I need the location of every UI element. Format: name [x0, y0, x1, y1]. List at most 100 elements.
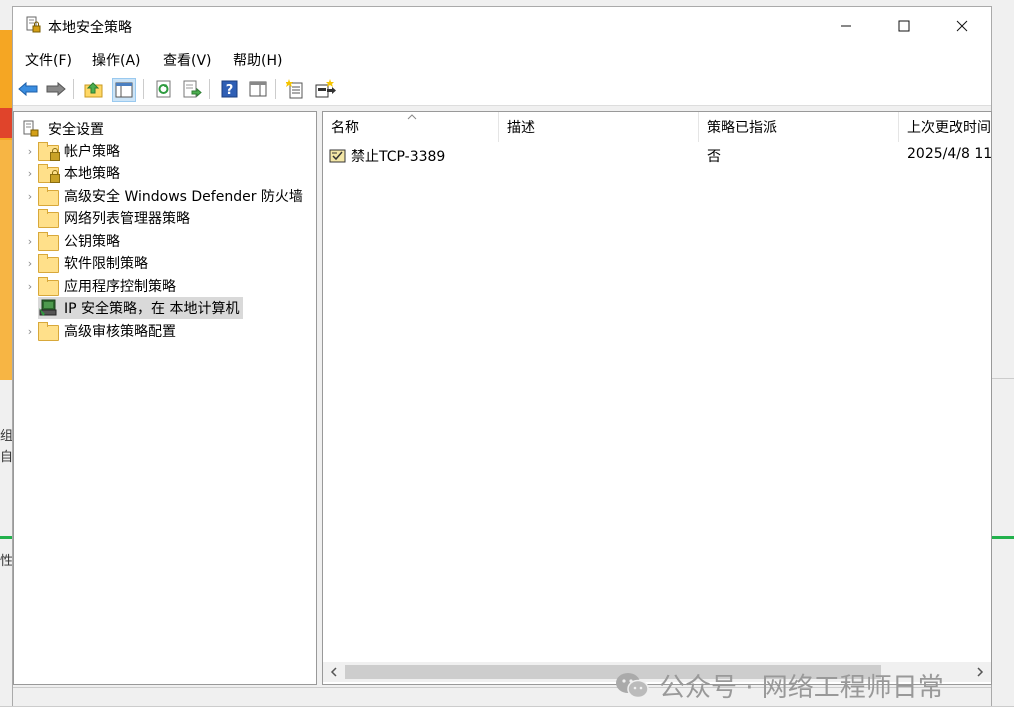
- background-line: [992, 378, 1014, 379]
- menu-help[interactable]: 帮助(H): [233, 50, 282, 70]
- console-tree-pane: 安全设置 › 帐户策略 › 本地策略 › 高级安全 Windows Defend…: [13, 111, 317, 685]
- watermark: 公众号 · 网络工程师日常: [615, 667, 944, 704]
- menu-bar: 文件(F) 操作(A) 查看(V) 帮助(H): [13, 45, 991, 73]
- minimize-button[interactable]: [817, 7, 875, 45]
- new-policy-icon: [286, 79, 303, 99]
- manage-filter-lists-button[interactable]: [315, 78, 337, 100]
- column-header-name[interactable]: 名称: [323, 112, 499, 142]
- ip-security-icon: [38, 299, 58, 317]
- toolbar-separator: [209, 79, 210, 99]
- chevron-right-icon[interactable]: ›: [22, 190, 38, 203]
- ip-policy-icon: [329, 149, 346, 163]
- scroll-right-icon[interactable]: [975, 667, 985, 677]
- tree-item-label: 网络列表管理器策略: [64, 211, 190, 227]
- svg-text:?: ?: [226, 83, 234, 98]
- menu-action[interactable]: 操作(A): [92, 50, 141, 70]
- export-list-button[interactable]: [181, 78, 203, 100]
- folder-lock-icon: [38, 142, 60, 161]
- export-icon: [183, 80, 202, 98]
- chevron-right-icon[interactable]: ›: [22, 257, 38, 270]
- tree-item-software-restriction[interactable]: › 软件限制策略: [22, 252, 148, 274]
- folder-icon: [38, 322, 59, 341]
- cell-assigned: 否: [707, 149, 721, 165]
- watermark-text: 公众号 · 网络工程师日常: [659, 673, 944, 703]
- title-bar[interactable]: 本地安全策略: [13, 7, 991, 45]
- column-header-last-modified[interactable]: 上次更改时间: [899, 112, 991, 142]
- background-line: [992, 536, 1014, 539]
- help-icon: ?: [221, 80, 238, 98]
- maximize-button[interactable]: [875, 7, 933, 45]
- column-label: 上次更改时间: [907, 120, 991, 136]
- refresh-icon: [156, 80, 171, 98]
- up-level-button[interactable]: [83, 78, 105, 100]
- toolbar-separator: [143, 79, 144, 99]
- tree-item-label: 公钥策略: [64, 234, 120, 250]
- tree-item-advanced-audit[interactable]: › 高级审核策略配置: [22, 320, 176, 342]
- help-button[interactable]: ?: [219, 78, 241, 100]
- create-ip-policy-button[interactable]: [285, 78, 307, 100]
- folder-icon: [38, 187, 59, 206]
- folder-icon: [38, 254, 59, 273]
- tree-item-label: 安全设置: [48, 122, 104, 138]
- tree-item-selected[interactable]: IP 安全策略，在 本地计算机: [38, 297, 244, 319]
- close-button[interactable]: [933, 7, 991, 45]
- column-header-assigned[interactable]: 策略已指派: [699, 112, 899, 142]
- security-policy-icon: [26, 16, 41, 33]
- close-icon: [956, 20, 968, 32]
- chevron-right-icon[interactable]: ›: [22, 235, 38, 248]
- tree-item-defender-firewall[interactable]: › 高级安全 Windows Defender 防火墙: [22, 185, 303, 207]
- back-button[interactable]: [17, 78, 39, 100]
- filter-actions-icon: [315, 79, 336, 98]
- toolbar: ?: [13, 73, 991, 106]
- chevron-right-icon[interactable]: ›: [22, 325, 38, 338]
- tree-item-ip-security-policies[interactable]: IP 安全策略，在 本地计算机: [22, 297, 244, 319]
- chevron-right-icon[interactable]: ›: [22, 280, 38, 293]
- folder-icon: [38, 277, 59, 296]
- show-action-pane-button[interactable]: [247, 78, 269, 100]
- cell-name: 禁止TCP-3389: [329, 146, 445, 166]
- folder-icon: [38, 232, 59, 251]
- maximize-icon: [898, 20, 910, 32]
- refresh-button[interactable]: [153, 78, 175, 100]
- tree-item-label: 帐户策略: [64, 144, 120, 160]
- back-arrow-icon: [18, 81, 38, 97]
- tree-item-label: 高级审核策略配置: [64, 324, 176, 340]
- tree-item-label: 应用程序控制策略: [64, 279, 176, 295]
- show-hide-tree-button[interactable]: [112, 78, 136, 102]
- menu-view[interactable]: 查看(V): [163, 50, 212, 70]
- tree-item-label: IP 安全策略，在 本地计算机: [64, 301, 240, 317]
- scroll-left-icon[interactable]: [329, 667, 339, 677]
- column-label: 策略已指派: [707, 120, 777, 136]
- column-header-description[interactable]: 描述: [499, 112, 699, 142]
- action-pane-icon: [249, 81, 267, 97]
- tree-item-label: 高级安全 Windows Defender 防火墙: [64, 189, 303, 205]
- tree-item-app-control[interactable]: › 应用程序控制策略: [22, 275, 176, 297]
- folder-up-icon: [84, 82, 103, 98]
- toolbar-separator: [275, 79, 276, 99]
- tree-item-network-list-manager[interactable]: 网络列表管理器策略: [22, 207, 190, 229]
- tree-item-public-key-policies[interactable]: › 公钥策略: [22, 230, 120, 252]
- cell-last-modified: 2025/4/8 11: [907, 146, 992, 162]
- tree-item-account-policies[interactable]: › 帐户策略: [22, 140, 120, 162]
- sort-ascending-icon: [407, 114, 417, 120]
- column-label: 描述: [507, 120, 535, 136]
- minimize-icon: [841, 25, 851, 27]
- console-tree-icon: [115, 82, 133, 98]
- menu-file[interactable]: 文件(F): [25, 50, 72, 70]
- tree-item-local-policies[interactable]: › 本地策略: [22, 162, 120, 184]
- wechat-icon: [616, 672, 649, 698]
- tree-item-security-settings[interactable]: 安全设置: [22, 118, 104, 140]
- tree-item-label: 软件限制策略: [64, 256, 148, 272]
- folder-lock-icon: [38, 164, 60, 183]
- details-list-pane: 名称 描述 策略已指派 上次更改时间 禁止TCP-3389 否 2025/4/8…: [322, 111, 992, 685]
- forward-arrow-icon: [46, 81, 66, 97]
- folder-icon: [38, 209, 59, 228]
- column-label: 名称: [331, 120, 359, 136]
- chevron-right-icon[interactable]: ›: [22, 145, 38, 158]
- forward-button[interactable]: [45, 78, 67, 100]
- local-security-policy-window: 本地安全策略 文件(F) 操作(A) 查看(V) 帮助(H) ? 安全设置 › …: [12, 6, 992, 706]
- tree-item-label: 本地策略: [64, 166, 120, 182]
- toolbar-separator: [73, 79, 74, 99]
- chevron-right-icon[interactable]: ›: [22, 167, 38, 180]
- background-bar: [0, 706, 1014, 727]
